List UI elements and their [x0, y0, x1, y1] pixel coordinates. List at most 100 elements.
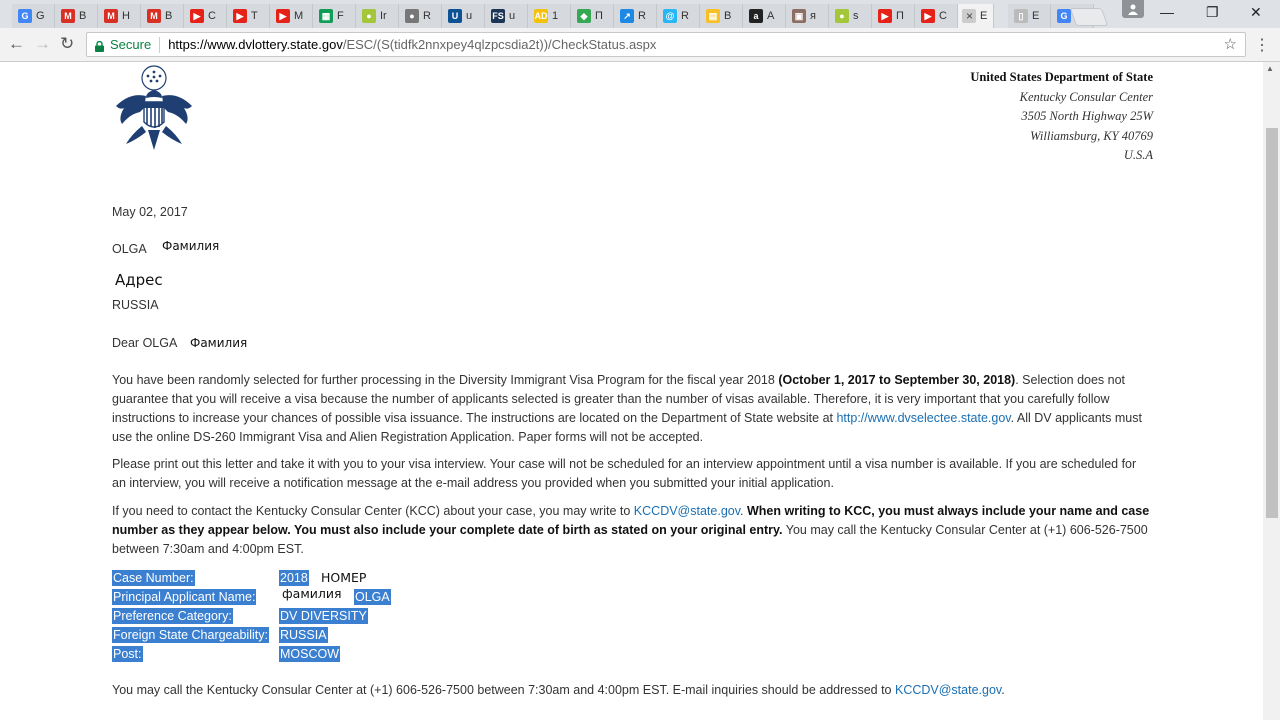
scroll-up-arrow-icon[interactable]: ▲: [1266, 64, 1274, 73]
tab-favicon-icon: ▶: [276, 9, 290, 23]
close-window-button[interactable]: ✕: [1250, 4, 1262, 21]
browser-tab[interactable]: ▤ B: [700, 4, 743, 28]
tab-favicon-icon: ▣: [792, 9, 806, 23]
lock-icon: [95, 40, 104, 52]
browser-tab[interactable]: FS u: [485, 4, 528, 28]
tab-favicon-icon: ◆: [577, 9, 591, 23]
browser-tab[interactable]: @ R: [657, 4, 700, 28]
tab-title: C: [939, 10, 947, 22]
post-value: MOSCOW: [279, 646, 341, 662]
tab-favicon-icon: ▤: [706, 9, 720, 23]
browser-tab[interactable]: ● s: [829, 4, 872, 28]
tab-strip: Gd▯EE▶C▶П●s▣яaA▤B@R↗R◆ПAD1FSuUu●R●Ir▦F▶M…: [0, 0, 1280, 28]
recipient-first-name: OLGA: [112, 242, 147, 256]
browser-tab[interactable]: ▯ E: [1008, 4, 1051, 28]
applicant-first-name: OLGA: [354, 589, 391, 605]
browser-tab[interactable]: ◆ П: [571, 4, 614, 28]
tab-favicon-icon: @: [663, 9, 677, 23]
browser-tab[interactable]: ▶ П: [872, 4, 915, 28]
browser-tab[interactable]: GG: [12, 4, 55, 28]
tab-favicon-icon: ▶: [233, 9, 247, 23]
browser-tab[interactable]: MB: [55, 4, 98, 28]
browser-tab[interactable]: E: [956, 4, 994, 28]
sender-center: Kentucky Consular Center: [1019, 89, 1153, 104]
dvselectee-link[interactable]: http://www.dvselectee.state.gov: [836, 411, 1010, 425]
case-number-handwritten: НОМЕР: [321, 570, 367, 585]
browser-tab[interactable]: ↗ R: [614, 4, 657, 28]
browser-tab[interactable]: ▦ F: [313, 4, 356, 28]
recipient-surname-handwritten: Фамилия: [162, 239, 220, 253]
footer-text-1: You may call the Kentucky Consular Cente…: [112, 683, 895, 697]
tab-title: E: [1032, 10, 1040, 22]
tab-favicon-icon: ▶: [921, 9, 935, 23]
browser-tab[interactable]: ▶ C: [184, 4, 227, 28]
chargeability-value: RUSSIA: [279, 627, 328, 643]
address-bar[interactable]: Secure https://www.dvlottery.state.gov/E…: [86, 32, 1246, 57]
browser-tab[interactable]: ▶ T: [227, 4, 270, 28]
profile-icon[interactable]: [1122, 0, 1144, 18]
salutation-surname-handwritten: Фамилия: [190, 336, 248, 350]
browser-tab[interactable]: Uu: [442, 4, 485, 28]
secure-label: Secure: [110, 37, 152, 52]
sender-city: Williamsburg, KY 40769: [1030, 128, 1153, 143]
tab-title: B: [79, 10, 87, 22]
reload-button[interactable]: ↻: [60, 34, 74, 54]
tab-favicon-icon: a: [749, 9, 763, 23]
salutation: Dear OLGA: [112, 336, 178, 350]
new-tab-button[interactable]: [1069, 8, 1109, 26]
preference-category-label: Preference Category:: [112, 608, 233, 624]
case-number-prefix: 2018: [279, 570, 309, 586]
recipient-address-handwritten: Адрес: [115, 271, 163, 289]
kccdv-email-link[interactable]: KCCDV@state.gov: [634, 504, 740, 518]
chargeability-label: Foreign State Chargeability:: [112, 627, 269, 643]
back-button[interactable]: ←: [8, 34, 25, 54]
tab-title: T: [251, 10, 258, 22]
restore-button[interactable]: ❐: [1206, 4, 1219, 21]
browser-tab[interactable]: MH: [98, 4, 141, 28]
tab-title: u: [466, 10, 473, 22]
tab-title: П: [595, 10, 603, 22]
post-label: Post:: [112, 646, 143, 662]
p3-text-2: .: [740, 504, 747, 518]
tab-favicon-icon: ▶: [190, 9, 204, 23]
great-seal-emblem-icon: [112, 64, 196, 157]
browser-tab[interactable]: ▶ M: [270, 4, 313, 28]
browser-toolbar: ← → ↻ Secure https://www.dvlottery.state…: [0, 28, 1280, 62]
tab-favicon-icon: AD: [534, 9, 548, 23]
tab-title: M: [294, 10, 304, 22]
bookmark-star-icon[interactable]: ☆: [1224, 35, 1237, 53]
recipient-country: RUSSIA: [112, 298, 159, 312]
tab-title: R: [423, 10, 431, 22]
browser-tab[interactable]: MB: [141, 4, 184, 28]
p1-fiscal-period: (October 1, 2017 to September 30, 2018): [778, 373, 1016, 387]
close-tab-icon[interactable]: ×: [966, 9, 973, 23]
tab-title: 1: [552, 10, 559, 22]
footer-email-link[interactable]: KCCDV@state.gov: [895, 683, 1001, 697]
scrollbar-thumb[interactable]: [1266, 128, 1278, 518]
tab-title: Ir: [380, 10, 387, 22]
sender-street: 3505 North Highway 25W: [1021, 109, 1153, 123]
tab-favicon-icon: M: [104, 9, 118, 23]
tab-favicon-icon: ▦: [319, 9, 333, 23]
tab-favicon-icon: U: [448, 9, 462, 23]
tab-favicon-icon: ●: [835, 9, 849, 23]
tab-title: П: [896, 10, 904, 22]
tab-title: u: [509, 10, 516, 22]
tab-title: A: [767, 10, 775, 22]
paragraph-print-letter: Please print out this letter and take it…: [112, 457, 1137, 490]
browser-tab[interactable]: ▣ я: [786, 4, 829, 28]
tab-title: C: [208, 10, 216, 22]
tab-favicon-icon: G: [18, 9, 32, 23]
browser-tab[interactable]: ▶ C: [915, 4, 958, 28]
browser-tab[interactable]: aA: [743, 4, 786, 28]
browser-tab[interactable]: ● Ir: [356, 4, 399, 28]
tab-title: B: [724, 10, 732, 22]
p1-text-1: You have been randomly selected for furt…: [112, 373, 779, 387]
browser-tab[interactable]: ● R: [399, 4, 442, 28]
forward-button[interactable]: →: [34, 34, 51, 54]
menu-icon[interactable]: ⋮: [1254, 35, 1270, 55]
minimize-button[interactable]: —: [1160, 4, 1174, 20]
tab-title: s: [853, 10, 859, 22]
browser-tab[interactable]: AD 1: [528, 4, 571, 28]
paragraph-contact: If you need to contact the Kentucky Cons…: [112, 502, 1152, 559]
